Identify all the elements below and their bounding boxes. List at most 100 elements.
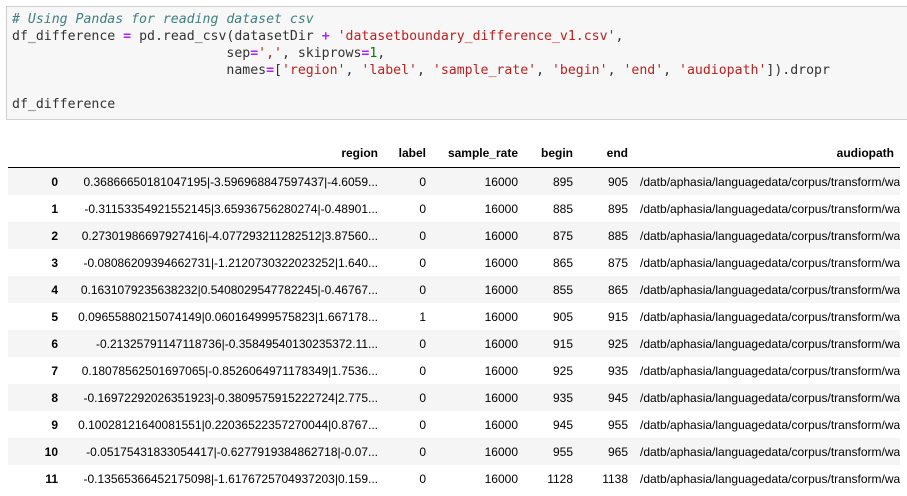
table-row: 3 -0.08086209394662731|-1.212073032202325…: [8, 249, 900, 276]
table-body: 0 0.36866650181047195|-3.596968847597437|…: [8, 167, 900, 492]
code-token: ,: [377, 46, 386, 61]
cell-sample-rate: 16000: [484, 174, 518, 189]
cell-begin: 855: [552, 282, 573, 297]
cell-label: 0: [419, 471, 426, 486]
code-token: 'sample_rate': [432, 63, 537, 78]
code-token: ',': [258, 46, 282, 61]
code-token: ,: [345, 63, 362, 78]
cell-label: 0: [419, 363, 426, 378]
code-token: =: [266, 63, 275, 78]
cell-sample-rate: 16000: [484, 390, 518, 405]
column-header: audiopath: [634, 138, 900, 168]
cell-region: 0.1631079235638232|0.5408029547782245|-0…: [80, 282, 378, 297]
cell-sample-rate: 16000: [484, 255, 518, 270]
cell-region: 0.18078562501697065|-0.8526064971178349|…: [81, 363, 378, 378]
cell-audiopath: /datb/aphasia/languagedata/corpus/transf…: [640, 390, 900, 405]
cell-end: 915: [607, 309, 628, 324]
code-token: ]).dropr: [766, 63, 830, 78]
cell-sample-rate: 16000: [484, 363, 518, 378]
table-row: 10 -0.05175431833054417|-0.62779193848627…: [8, 438, 900, 465]
cell-audiopath: /datb/aphasia/languagedata/corpus/transf…: [640, 471, 900, 486]
cell-region: -0.16972292026351923|-0.3809575915222724…: [83, 390, 378, 405]
code-token: 'region': [281, 63, 346, 78]
cell-end: 865: [607, 282, 628, 297]
cell-sample-rate: 16000: [484, 309, 518, 324]
table-row: 9 0.10028121640081551|0.22036522357270044…: [8, 411, 900, 438]
dataframe-table: region label sample_rate begin end audio…: [8, 138, 900, 492]
code-token: names: [226, 63, 267, 78]
code-token: sep: [226, 46, 251, 61]
cell-begin: 865: [552, 255, 573, 270]
code-editor[interactable]: # Using Pandas for reading dataset csv d…: [7, 7, 907, 113]
table-row: 4 0.1631079235638232|0.5408029547782245|-…: [8, 276, 900, 303]
cell-sample-rate: 16000: [484, 201, 518, 216]
table-row: 7 0.18078562501697065|-0.8526064971178349…: [8, 357, 900, 384]
cell-sample-rate: 16000: [484, 336, 518, 351]
table-header-row: region label sample_rate begin end audio…: [8, 138, 900, 168]
cell-audiopath: /datb/aphasia/languagedata/corpus/transf…: [640, 444, 900, 459]
cell-audiopath: /datb/aphasia/languagedata/corpus/transf…: [640, 336, 900, 351]
cell-begin: 875: [552, 228, 573, 243]
cell-audiopath: /datb/aphasia/languagedata/corpus/transf…: [640, 201, 900, 216]
code-token: =: [123, 29, 132, 44]
cell-audiopath: /datb/aphasia/languagedata/corpus/transf…: [640, 417, 900, 432]
column-header: begin: [524, 138, 579, 168]
cell-region: -0.31153354921552145|3.65936756280274|-0…: [84, 201, 378, 216]
cell-sample-rate: 16000: [484, 471, 518, 486]
row-index: 5: [51, 309, 58, 324]
row-index: 0: [51, 174, 58, 189]
row-index: 6: [51, 336, 58, 351]
cell-begin: 895: [552, 174, 573, 189]
cell-region: -0.08086209394662731|-1.2120730322023252…: [83, 255, 378, 270]
cell-label: 0: [419, 255, 426, 270]
code-token: [: [274, 63, 282, 78]
code-token: ,: [663, 63, 680, 78]
cell-sample-rate: 16000: [484, 228, 518, 243]
cell-end: 955: [607, 417, 628, 432]
cell-label: 0: [419, 228, 426, 243]
cell-sample-rate: 16000: [484, 282, 518, 297]
cell-end: 905: [607, 174, 628, 189]
cell-sample-rate: 16000: [484, 444, 518, 459]
cell-begin: 945: [552, 417, 573, 432]
code-token: , skiprows: [281, 46, 362, 61]
code-comment: # Using Pandas for reading dataset csv: [12, 12, 314, 27]
table-row: 0 0.36866650181047195|-3.596968847597437|…: [8, 167, 900, 195]
code-token: df_difference: [12, 29, 116, 44]
cell-label: 0: [419, 282, 426, 297]
cell-region: -0.13565366452175098|-1.6176725704937203…: [83, 471, 378, 486]
cell-end: 945: [607, 390, 628, 405]
cell-label: 0: [419, 417, 426, 432]
cell-label: 1: [419, 309, 426, 324]
code-cell-input[interactable]: # Using Pandas for reading dataset csv d…: [6, 6, 907, 120]
code-token: pd.read_csv(datasetDir: [139, 29, 314, 44]
code-token: 'label': [361, 63, 417, 78]
cell-end: 965: [607, 444, 628, 459]
cell-label: 0: [419, 174, 426, 189]
cell-region: 0.09655880215074149|0.060164999575823|1.…: [78, 309, 378, 324]
cell-sample-rate: 16000: [484, 417, 518, 432]
cell-label: 0: [419, 336, 426, 351]
row-index: 8: [51, 390, 58, 405]
cell-label: 0: [419, 201, 426, 216]
cell-begin: 925: [552, 363, 573, 378]
cell-audiopath: /datb/aphasia/languagedata/corpus/transf…: [640, 363, 900, 378]
column-header: end: [579, 138, 634, 168]
cell-output: region label sample_rate begin end audio…: [8, 138, 907, 492]
table-row: 2 0.27301986697927416|-4.077293211282512|…: [8, 222, 900, 249]
cell-label: 0: [419, 444, 426, 459]
column-header: label: [384, 138, 432, 168]
cell-end: 925: [607, 336, 628, 351]
cell-end: 895: [607, 201, 628, 216]
row-index: 4: [51, 282, 58, 297]
table-row: 8 -0.16972292026351923|-0.380957591522272…: [8, 384, 900, 411]
code-token: ,: [536, 63, 552, 78]
column-header: sample_rate: [432, 138, 524, 168]
code-token: =: [250, 46, 259, 61]
cell-region: -0.05175431833054417|-0.6277919384862718…: [86, 444, 378, 459]
cell-begin: 1128: [547, 471, 573, 486]
row-index: 10: [44, 444, 58, 459]
cell-begin: 885: [552, 201, 573, 216]
